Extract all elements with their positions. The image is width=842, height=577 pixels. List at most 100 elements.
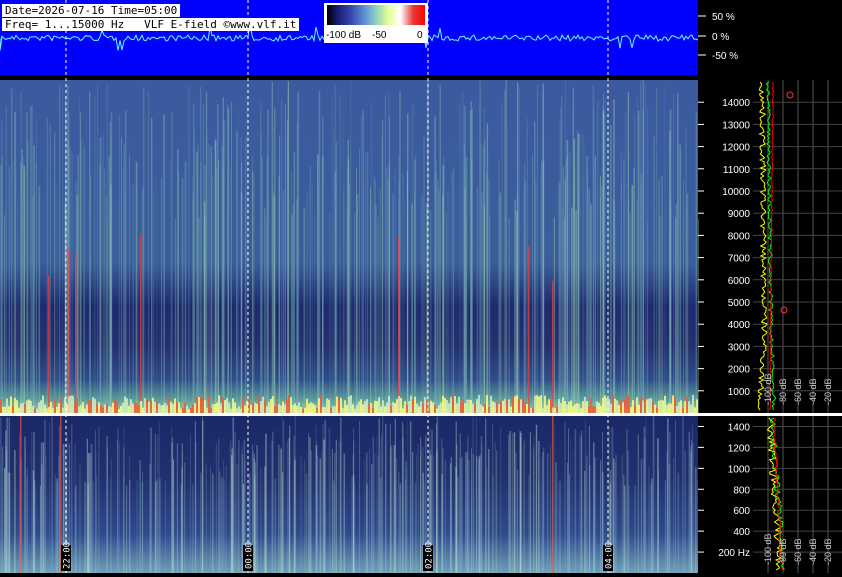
spectrogram-streak [565, 160, 567, 413]
spectrogram-streak [157, 434, 159, 573]
noise-band [466, 399, 468, 413]
spectrogram-streak [610, 125, 612, 413]
spectrogram-streak [364, 459, 366, 573]
spectrogram-streak [667, 418, 669, 573]
noise-band [290, 397, 292, 413]
spectrogram-streak [129, 154, 130, 413]
noise-band [164, 402, 166, 413]
spectrogram-streak [26, 112, 28, 414]
noise-band [58, 403, 60, 413]
noise-band [410, 395, 412, 413]
spectrogram-streak [540, 172, 541, 413]
spectrogram-streak [684, 450, 686, 573]
spectrogram-streak [636, 98, 638, 413]
time-label-group: 22:00 [61, 542, 73, 571]
spectrogram-streak [77, 154, 79, 413]
time-label: 04:00 [605, 542, 615, 569]
noise-band [8, 406, 10, 413]
spectrogram-streak [516, 192, 519, 413]
noise-band [234, 402, 236, 413]
noise-band [664, 395, 666, 413]
spectrogram-streak [14, 450, 16, 573]
noise-band [486, 395, 488, 413]
spectrogram-streak [370, 464, 373, 573]
noise-band [352, 404, 354, 413]
spectrogram-streak [59, 86, 61, 414]
spectrogram-streak [542, 447, 545, 573]
noise-band [330, 407, 332, 413]
noise-band [674, 396, 676, 413]
spectrogram-streak [570, 436, 571, 573]
spectrogram-streak [494, 441, 496, 573]
noise-band [298, 402, 300, 413]
spectrogram-streak [272, 195, 274, 413]
spectrogram-streak [221, 145, 223, 413]
spectrogram-streak [464, 104, 466, 413]
spectrogram-streak [135, 162, 138, 413]
noise-band [156, 400, 158, 413]
spectrogram-streak [520, 437, 521, 573]
spectrogram-streak [512, 433, 513, 573]
spectrogram-streak [271, 441, 273, 573]
noise-band [696, 399, 698, 413]
spectrogram-streak [202, 102, 204, 413]
spectrogram-streak [359, 420, 360, 573]
spectrogram-streak [558, 182, 561, 413]
spectrogram-streak [89, 92, 91, 413]
noise-band [338, 397, 340, 413]
spectrogram-streak [141, 481, 143, 573]
noise-band [452, 396, 454, 413]
spectrogram-streak [14, 111, 17, 413]
noise-band [166, 405, 168, 413]
noise-band [54, 398, 56, 413]
spectrogram-streak [339, 440, 342, 573]
noise-band [658, 400, 660, 413]
noise-band [560, 403, 562, 413]
y-axis-upper: 1000 2000 3000 4000 5000 6000 7000 8000 9000 1000… [698, 98, 750, 398]
noise-band [536, 395, 538, 413]
noise-band [204, 400, 206, 413]
noise-band [98, 402, 100, 413]
noise-band [292, 404, 294, 413]
noise-band [514, 396, 516, 413]
spectrogram-streak [566, 156, 569, 413]
spectrogram-streak [163, 114, 165, 413]
noise-band [520, 399, 522, 413]
spectrogram-streak [343, 186, 345, 413]
spectrogram-streak [587, 172, 589, 413]
spectrogram-streak [496, 450, 498, 573]
spectrogram-streak [414, 159, 416, 413]
spectrogram-streak [664, 87, 666, 413]
noise-band [108, 406, 110, 413]
noise-band [604, 395, 606, 413]
spectrogram-streak [568, 428, 569, 573]
y-tick-label: 14000 [722, 98, 750, 109]
signal-line [140, 233, 142, 414]
noise-band [690, 404, 692, 413]
spectrogram-streak [456, 462, 458, 573]
noise-band [120, 406, 122, 413]
spectrogram-streak [677, 472, 680, 573]
spectrogram-streak [95, 430, 96, 573]
noise-band [350, 395, 352, 413]
noise-band [206, 408, 208, 413]
noise-band [362, 404, 364, 413]
noise-band [228, 402, 230, 413]
noise-band [364, 401, 366, 413]
noise-band [366, 399, 368, 413]
noise-band [258, 395, 260, 413]
noise-band [596, 401, 598, 413]
spectrogram-streak [278, 175, 280, 413]
y-axis-lower: 200 Hz 400 600 800 1000 1200 1400 [698, 422, 750, 559]
noise-band [12, 406, 14, 413]
noise-band [168, 397, 170, 413]
spectrogram-streak [244, 191, 247, 413]
spectrogram-streak [457, 476, 459, 573]
spectrogram-streak [420, 437, 422, 573]
spectrogram-streak [627, 197, 629, 413]
noise-band [566, 404, 568, 413]
spectrogram-streak [92, 481, 94, 573]
spectrogram-streak [620, 149, 622, 414]
spectrogram-streak [123, 475, 125, 573]
time-label-group: 00:00 [243, 542, 255, 571]
